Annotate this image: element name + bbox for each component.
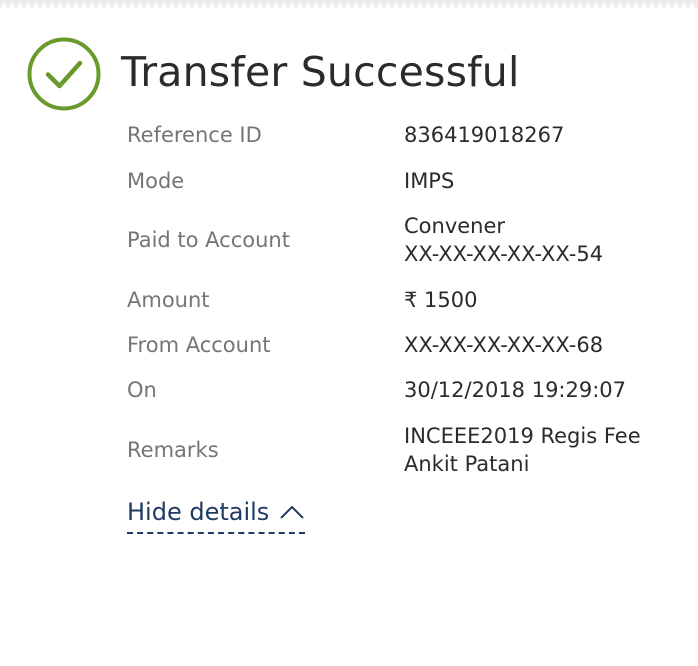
chevron-up-icon <box>280 505 305 519</box>
detail-label: Remarks <box>127 438 219 462</box>
detail-value: 836419018267 <box>404 123 565 147</box>
detail-value-line-2: Ankit Patani <box>404 452 530 476</box>
detail-label: Reference ID <box>127 123 262 147</box>
detail-label: Paid to Account <box>127 228 290 252</box>
detail-value: ₹ 1500 <box>404 288 478 312</box>
detail-value-line-2: XX-XX-XX-XX-XX-54 <box>404 242 604 266</box>
detail-label: From Account <box>127 333 271 357</box>
detail-value-line-1: Convener <box>404 214 506 238</box>
checkmark-circle-icon <box>27 37 101 111</box>
detail-value: 30/12/2018 19:29:07 <box>404 378 627 402</box>
detail-label: On <box>127 378 157 402</box>
transfer-receipt-card: Transfer Successful Reference ID 8364190… <box>0 8 698 666</box>
hide-details-toggle[interactable]: Hide details <box>127 494 306 534</box>
detail-value: XX-XX-XX-XX-XX-68 <box>404 333 604 357</box>
detail-label: Amount <box>127 288 210 312</box>
detail-value-line-1: INCEEE2019 Regis Fee <box>404 424 641 448</box>
detail-label: Mode <box>127 169 185 193</box>
page-title: Transfer Successful <box>121 48 520 96</box>
detail-value: IMPS <box>404 169 455 193</box>
hide-details-label: Hide details <box>127 498 270 526</box>
